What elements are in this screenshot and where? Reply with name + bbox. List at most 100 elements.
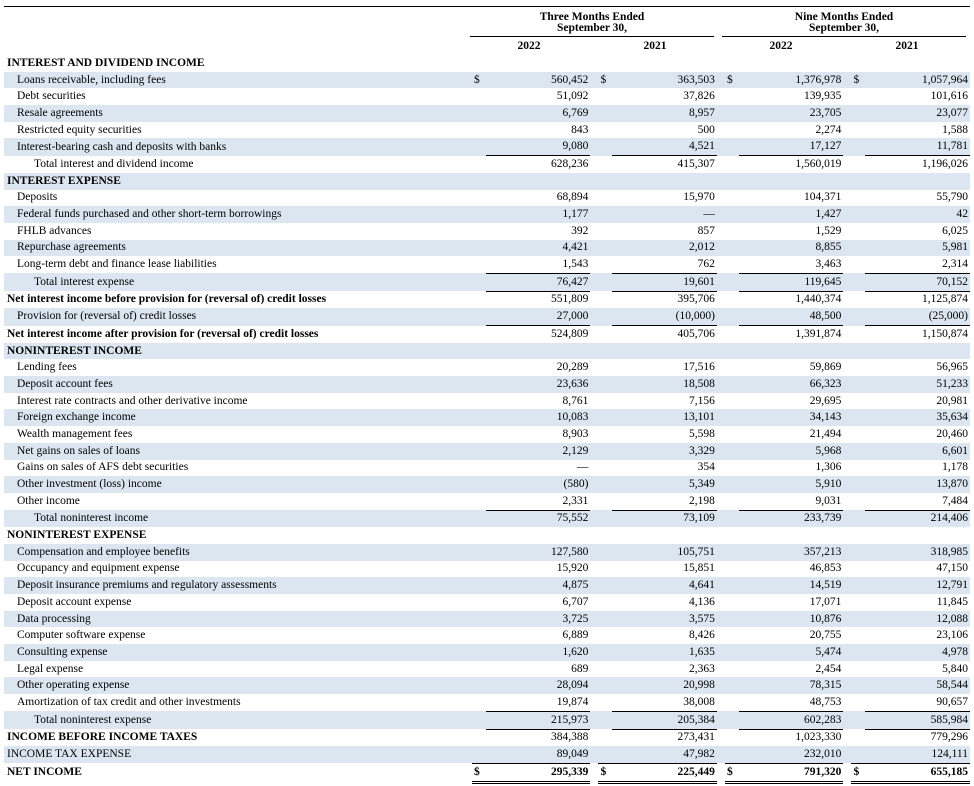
value-cell: 17,071 bbox=[809, 595, 842, 608]
dollar-sign bbox=[471, 476, 486, 493]
column-gap bbox=[716, 206, 725, 223]
value-cell: 6,601 bbox=[865, 442, 970, 460]
value-cell: 76,427 bbox=[485, 272, 591, 292]
column-gap bbox=[716, 172, 725, 190]
value-cell: 3,575 bbox=[612, 610, 717, 628]
column-gap bbox=[590, 543, 599, 561]
value-cell: 4,978 bbox=[865, 644, 970, 661]
column-gap bbox=[717, 256, 725, 273]
value-cell: 29,695 bbox=[809, 394, 842, 407]
value-cell: 18,508 bbox=[612, 376, 717, 393]
value-cell: 2,274 bbox=[815, 123, 842, 136]
dollar-sign bbox=[851, 172, 866, 190]
dollar-sign bbox=[851, 393, 865, 410]
dollar-sign bbox=[725, 156, 739, 173]
value-cell: 857 bbox=[697, 224, 715, 237]
table-row: Resale agreements 6,769 8,957 23,705 23,077 bbox=[4, 105, 970, 122]
value-cell: 68,894 bbox=[556, 191, 589, 204]
row-label: Net interest income before provision for… bbox=[7, 293, 327, 306]
nine-months-underline bbox=[722, 36, 966, 37]
value-cell: 11,845 bbox=[936, 595, 968, 608]
column-gap bbox=[843, 156, 851, 173]
dollar-sign bbox=[851, 577, 866, 594]
dollar-sign bbox=[725, 326, 739, 343]
dollar-sign bbox=[725, 223, 739, 240]
value-cell: 124,111 bbox=[865, 746, 970, 764]
row-label: NET INCOME bbox=[7, 766, 82, 779]
value-cell: 791,320 bbox=[738, 762, 844, 784]
dollar-sign bbox=[725, 527, 739, 544]
column-gap bbox=[716, 442, 725, 460]
value-cell: (580) bbox=[485, 476, 591, 493]
column-gap bbox=[716, 342, 725, 360]
dollar-sign bbox=[851, 273, 866, 292]
column-gap bbox=[590, 694, 598, 711]
value-cell: 524,809 bbox=[485, 324, 591, 343]
dollar-sign bbox=[598, 256, 612, 273]
value-cell: 628,236 bbox=[485, 155, 591, 173]
column-gap bbox=[590, 138, 599, 156]
dollar-sign bbox=[725, 393, 739, 410]
value-cell: 9,031 bbox=[815, 494, 842, 507]
dollar-sign bbox=[472, 190, 486, 207]
dollar-sign bbox=[851, 746, 866, 764]
table-row: Deposit account expense 6,707 4,136 17,071 1… bbox=[4, 594, 970, 611]
dollar-sign bbox=[725, 694, 739, 711]
value-cell: 127,580 bbox=[485, 543, 591, 561]
value-cell bbox=[612, 172, 717, 190]
value-cell: 73,109 bbox=[612, 509, 717, 528]
three-months-header: Three Months Ended September 30, bbox=[470, 11, 714, 34]
value-cell: 15,970 bbox=[683, 191, 715, 204]
dollar-sign bbox=[725, 493, 739, 510]
dollar-sign: $ bbox=[724, 762, 739, 784]
dollar-sign bbox=[725, 55, 739, 72]
value-cell: 1,177 bbox=[485, 206, 591, 223]
dollar-sign bbox=[472, 594, 486, 611]
value-cell: 27,000 bbox=[485, 308, 591, 326]
dollar-sign bbox=[724, 409, 739, 427]
column-gap bbox=[716, 610, 725, 628]
column-gap bbox=[717, 627, 725, 644]
value-cell: 602,283 bbox=[738, 710, 844, 729]
row-label: Interest rate contracts and other deriva… bbox=[17, 394, 248, 407]
value-cell: 2,454 bbox=[815, 662, 842, 675]
row-label: INCOME TAX EXPENSE bbox=[4, 746, 472, 764]
value-cell: 2,129 bbox=[485, 442, 591, 460]
dollar-sign bbox=[598, 711, 613, 729]
section-header-row: NONINTEREST INCOME bbox=[4, 342, 970, 360]
column-gap bbox=[843, 729, 851, 746]
dollar-sign bbox=[724, 577, 739, 594]
column-gap bbox=[843, 426, 851, 443]
dollar-sign bbox=[598, 577, 613, 594]
column-gap bbox=[590, 88, 598, 105]
value-cell: 20,981 bbox=[936, 394, 968, 407]
value-cell: 119,645 bbox=[738, 272, 844, 292]
column-gap bbox=[590, 409, 599, 427]
dollar-sign bbox=[471, 239, 486, 257]
dollar-sign bbox=[472, 729, 486, 746]
value-cell: 75,552 bbox=[485, 509, 591, 528]
dollar-sign bbox=[851, 493, 865, 510]
value-cell: 363,503 bbox=[612, 71, 717, 89]
dollar-sign bbox=[472, 627, 486, 644]
row-label: Federal funds purchased and other short-… bbox=[4, 206, 472, 223]
value-cell: 8,957 bbox=[612, 105, 717, 122]
column-gap bbox=[843, 677, 852, 695]
dollar-sign bbox=[472, 661, 486, 678]
dollar-sign bbox=[598, 476, 613, 493]
dollar-sign bbox=[851, 627, 865, 644]
table-row: Lending fees 20,289 17,516 59,869 56,965 bbox=[4, 359, 970, 376]
value-cell: 8,761 bbox=[562, 394, 589, 407]
year-col-3: 2022 bbox=[769, 40, 793, 52]
dollar-sign bbox=[472, 291, 486, 308]
dollar-sign bbox=[471, 206, 486, 223]
row-label: Net interest income after provision for … bbox=[7, 327, 319, 340]
value-cell: (10,000) bbox=[612, 308, 717, 326]
dollar-sign bbox=[471, 409, 486, 427]
column-gap bbox=[843, 393, 851, 410]
value-cell: 318,985 bbox=[865, 543, 970, 561]
table-row: Net gains on sales of loans 2,129 3,329 5,9… bbox=[4, 442, 970, 460]
dollar-sign bbox=[472, 326, 486, 343]
value-cell: 59,869 bbox=[809, 361, 842, 374]
row-label: Other investment (loss) income bbox=[4, 476, 472, 493]
